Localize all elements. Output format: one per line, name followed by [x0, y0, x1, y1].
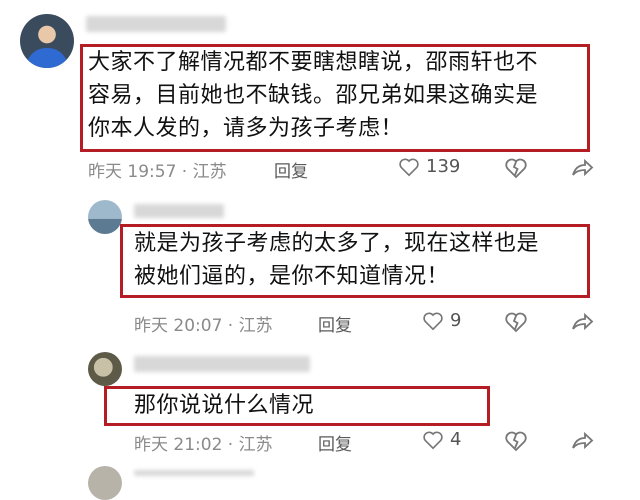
dislike-heart-icon[interactable]	[504, 430, 528, 452]
reply-button[interactable]: 回复	[318, 311, 352, 336]
like-count: 139	[426, 156, 461, 177]
heart-icon	[399, 158, 419, 176]
comment-text-line: 被她们逼的，是你不知道情况！	[134, 264, 450, 289]
reply-button[interactable]: 回复	[274, 157, 308, 182]
username-blurred[interactable]	[86, 16, 226, 32]
comment-text-line: 大家不了解情况都不要瞎想瞎说，邵雨轩也不	[88, 50, 539, 75]
avatar[interactable]	[88, 352, 122, 386]
comment-text-line: 你本人发的，请多为孩子考虑！	[88, 116, 404, 141]
comment-text-line: 那你说说什么情况	[134, 393, 315, 418]
like-button[interactable]: 4	[422, 429, 461, 450]
heart-icon	[423, 431, 443, 449]
username-blurred[interactable]	[134, 470, 254, 476]
comment-time-location: 昨天 20:07 · 江苏	[134, 316, 273, 336]
heart-icon	[423, 312, 443, 330]
avatar[interactable]	[88, 200, 122, 234]
comment-text: 大家不了解情况都不要瞎想瞎说，邵雨轩也不 容易，目前她也不缺钱。邵兄弟如果这确实…	[88, 46, 588, 145]
username-blurred[interactable]	[134, 356, 310, 372]
username-blurred[interactable]	[134, 204, 224, 218]
reply-button[interactable]: 回复	[318, 430, 352, 455]
like-button[interactable]: 139	[398, 156, 460, 177]
share-icon[interactable]	[570, 311, 594, 333]
like-count: 4	[450, 429, 462, 450]
dislike-heart-icon[interactable]	[504, 311, 528, 333]
dislike-heart-icon[interactable]	[504, 157, 528, 179]
comment-text: 就是为孩子考虑的太多了，现在这样也是 被她们逼的，是你不知道情况！	[134, 227, 586, 293]
comment-time-location: 昨天 21:02 · 江苏	[134, 435, 273, 455]
comment-text-line: 容易，目前她也不缺钱。邵兄弟如果这确实是	[88, 83, 539, 108]
share-icon[interactable]	[570, 430, 594, 452]
comment-text-line: 就是为孩子考虑的太多了，现在这样也是	[134, 231, 540, 256]
avatar[interactable]	[20, 14, 74, 68]
comment-text: 那你说说什么情况	[134, 389, 474, 422]
like-count: 9	[450, 310, 462, 331]
avatar[interactable]	[88, 466, 122, 500]
share-icon[interactable]	[570, 157, 594, 179]
like-button[interactable]: 9	[422, 310, 461, 331]
comment-time-location: 昨天 19:57 · 江苏	[88, 162, 227, 182]
